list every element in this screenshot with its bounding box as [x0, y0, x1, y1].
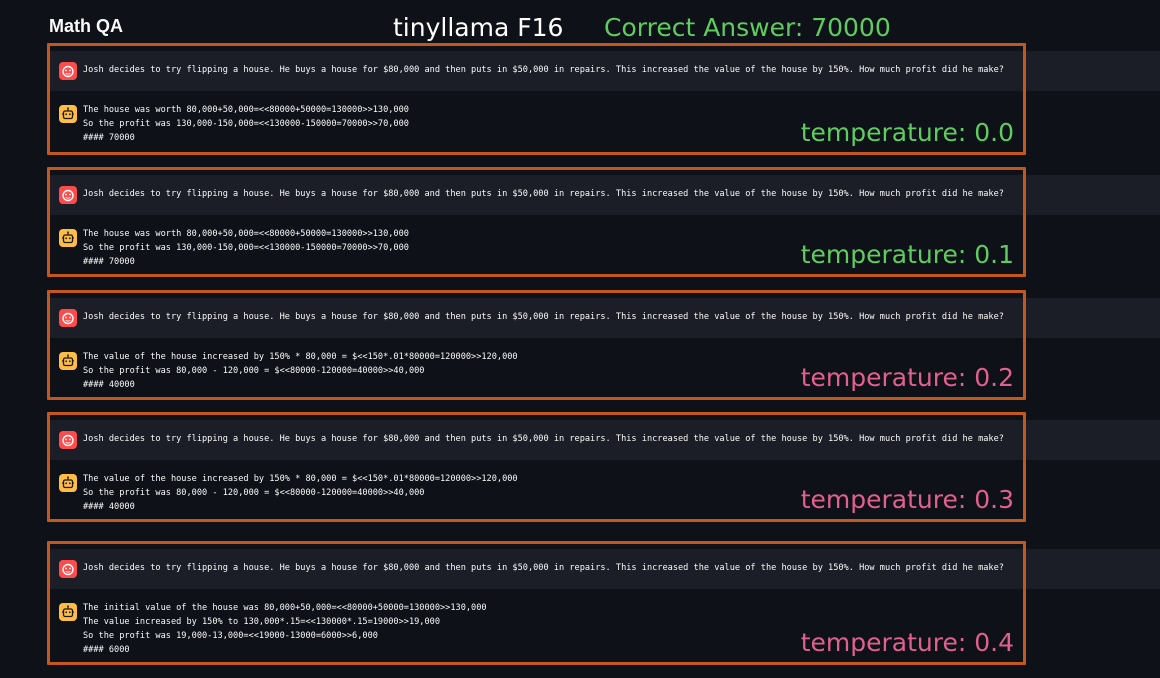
answer-line: So the profit was 80,000 - 120,000 = $<<…	[83, 488, 425, 498]
answer-line: The house was worth 80,000+50,000=<<8000…	[83, 229, 409, 239]
answer-line: So the profit was 80,000 - 120,000 = $<<…	[83, 366, 425, 376]
answer-text: The value of the house increased by 150%…	[83, 350, 518, 392]
answer-line: The value of the house increased by 150%…	[83, 474, 518, 484]
question-text: Josh decides to try flipping a house. He…	[83, 65, 1004, 75]
run-block: Josh decides to try flipping a house. He…	[47, 167, 1160, 277]
run-block: Josh decides to try flipping a house. He…	[47, 541, 1160, 665]
answer-line: #### 6000	[83, 645, 130, 655]
assistant-avatar-icon	[59, 474, 77, 492]
answer-text: The house was worth 80,000+50,000=<<8000…	[83, 227, 409, 269]
assistant-avatar-icon	[59, 352, 77, 370]
temperature-label: temperature: 0.0	[800, 118, 1014, 147]
answer-line: The value increased by 150% to 130,000*.…	[83, 617, 440, 627]
answer-line: The house was worth 80,000+50,000=<<8000…	[83, 105, 409, 115]
temperature-label: temperature: 0.4	[800, 628, 1014, 657]
user-message: Josh decides to try flipping a house. He…	[50, 51, 1160, 91]
run-block: Josh decides to try flipping a house. He…	[47, 290, 1160, 400]
answer-text: The house was worth 80,000+50,000=<<8000…	[83, 103, 409, 145]
answer-line: #### 40000	[83, 502, 135, 512]
temperature-label: temperature: 0.2	[800, 363, 1014, 392]
run-block: Josh decides to try flipping a house. He…	[47, 412, 1160, 522]
answer-text: The value of the house increased by 150%…	[83, 472, 518, 514]
answer-line: #### 70000	[83, 257, 135, 267]
user-avatar-icon	[59, 309, 77, 327]
answer-line: The value of the house increased by 150%…	[83, 352, 518, 362]
temperature-label: temperature: 0.3	[800, 485, 1014, 514]
user-message: Josh decides to try flipping a house. He…	[50, 175, 1160, 215]
answer-line: The initial value of the house was 80,00…	[83, 603, 487, 613]
answer-line: So the profit was 130,000-150,000=<<1300…	[83, 119, 409, 129]
answer-line: So the profit was 19,000-13,000=<<19000-…	[83, 631, 378, 641]
question-text: Josh decides to try flipping a house. He…	[83, 563, 1004, 573]
assistant-avatar-icon	[59, 603, 77, 621]
correct-answer-label: Correct Answer: 70000	[604, 13, 891, 42]
user-avatar-icon	[59, 62, 77, 80]
answer-text: The initial value of the house was 80,00…	[83, 601, 487, 657]
answer-line: #### 40000	[83, 380, 135, 390]
user-message: Josh decides to try flipping a house. He…	[50, 549, 1160, 589]
user-message: Josh decides to try flipping a house. He…	[50, 298, 1160, 338]
assistant-avatar-icon	[59, 105, 77, 123]
user-avatar-icon	[59, 186, 77, 204]
app-title: Math QA	[49, 16, 123, 36]
user-message: Josh decides to try flipping a house. He…	[50, 420, 1160, 460]
run-block: Josh decides to try flipping a house. He…	[47, 43, 1160, 155]
question-text: Josh decides to try flipping a house. He…	[83, 189, 1004, 199]
user-avatar-icon	[59, 431, 77, 449]
answer-line: So the profit was 130,000-150,000=<<1300…	[83, 243, 409, 253]
answer-line: #### 70000	[83, 133, 135, 143]
question-text: Josh decides to try flipping a house. He…	[83, 312, 1004, 322]
assistant-avatar-icon	[59, 229, 77, 247]
temperature-label: temperature: 0.1	[800, 240, 1014, 269]
user-avatar-icon	[59, 560, 77, 578]
model-label: tinyllama F16	[393, 13, 564, 42]
question-text: Josh decides to try flipping a house. He…	[83, 434, 1004, 444]
